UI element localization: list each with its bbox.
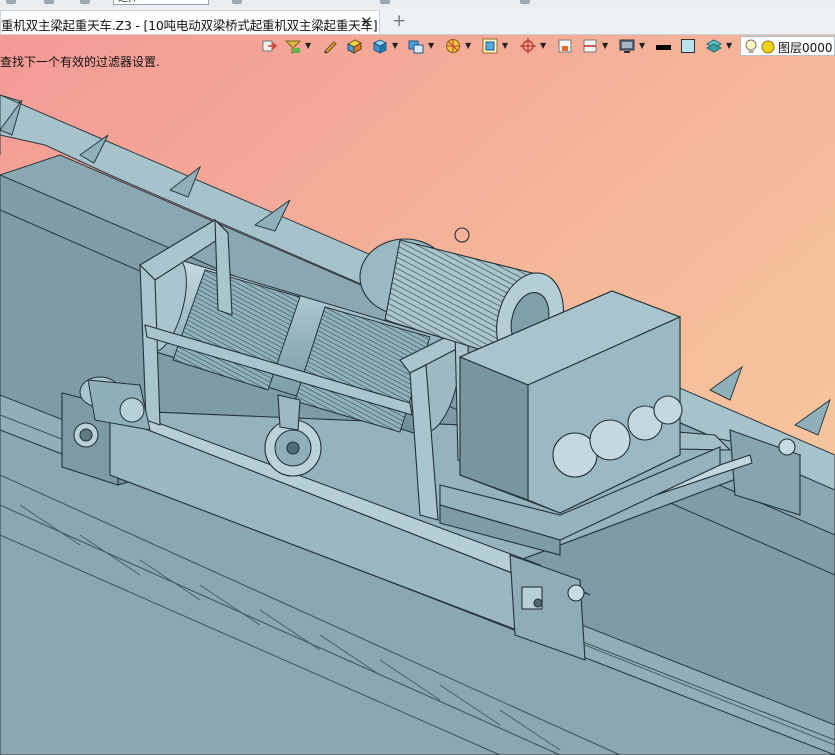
chevron-down-icon[interactable]: ▼ [305,41,311,51]
fill-color-swatch[interactable] [681,39,695,53]
render-mode-icon[interactable] [445,38,461,54]
chevron-down-icon[interactable]: ▼ [502,41,508,51]
status-message: 查找下一个有效的过滤器设置. [0,55,160,69]
shading-icon[interactable] [346,38,362,54]
chevron-down-icon[interactable]: ▼ [465,41,471,51]
display-icon[interactable] [619,38,635,54]
help-icon[interactable] [520,0,530,4]
fit-view-icon[interactable] [482,38,498,54]
crane-model-render[interactable] [0,35,835,755]
section-icon[interactable] [582,38,598,54]
chevron-down-icon[interactable]: ▼ [392,41,398,51]
layer-selector[interactable]: 图层0000 [740,36,835,56]
chevron-down-icon[interactable]: ▼ [726,41,732,51]
document-tab[interactable]: 重机双主梁起重天车.Z3 - [10吨电动双梁桥式起重机双主梁起重天车] ✕ [0,10,380,34]
chevron-down-icon[interactable]: ▼ [540,41,546,51]
line-color-swatch[interactable] [656,45,671,50]
bulb-icon[interactable] [745,39,757,54]
exit-icon[interactable] [261,38,277,54]
save-icon[interactable] [44,0,54,4]
chevron-down-icon[interactable]: ▼ [602,41,608,51]
plane-icon[interactable] [557,38,573,54]
pencil-icon[interactable] [322,38,338,54]
tab-title: 重机双主梁起重天车.Z3 - [10吨电动双梁桥式起重机双主梁起重天车] [1,18,378,33]
layer-stack-icon[interactable] [706,38,722,54]
chevron-down-icon[interactable]: ▼ [639,41,645,51]
new-tab-button[interactable]: + [392,11,406,31]
app-icon[interactable] [6,0,16,4]
settings-icon[interactable] [380,0,390,4]
3d-viewport[interactable]: ▼ ▼ ▼ ▼ ▼ ▼ ▼ ▼ ▼ 图层0000 查找下一个有效的过滤器设置. [0,35,835,755]
redo-icon[interactable] [232,0,242,4]
filter-icon[interactable] [285,38,301,54]
chevron-down-icon[interactable]: ▼ [428,41,434,51]
cube-icon[interactable] [372,38,388,54]
sun-icon[interactable] [761,40,775,54]
close-icon[interactable]: ✕ [360,13,373,31]
snap-target-icon[interactable] [520,38,536,54]
layer-name: 图层0000 [778,41,833,55]
document-tab-bar: 重机双主梁起重天车.Z3 - [10吨电动双梁桥式起重机双主梁起重天车] ✕ + [0,8,835,35]
view-cube-icon[interactable] [408,38,424,54]
undo-icon[interactable] [80,0,90,4]
selection-filter-input[interactable]: 选择 [113,0,209,5]
